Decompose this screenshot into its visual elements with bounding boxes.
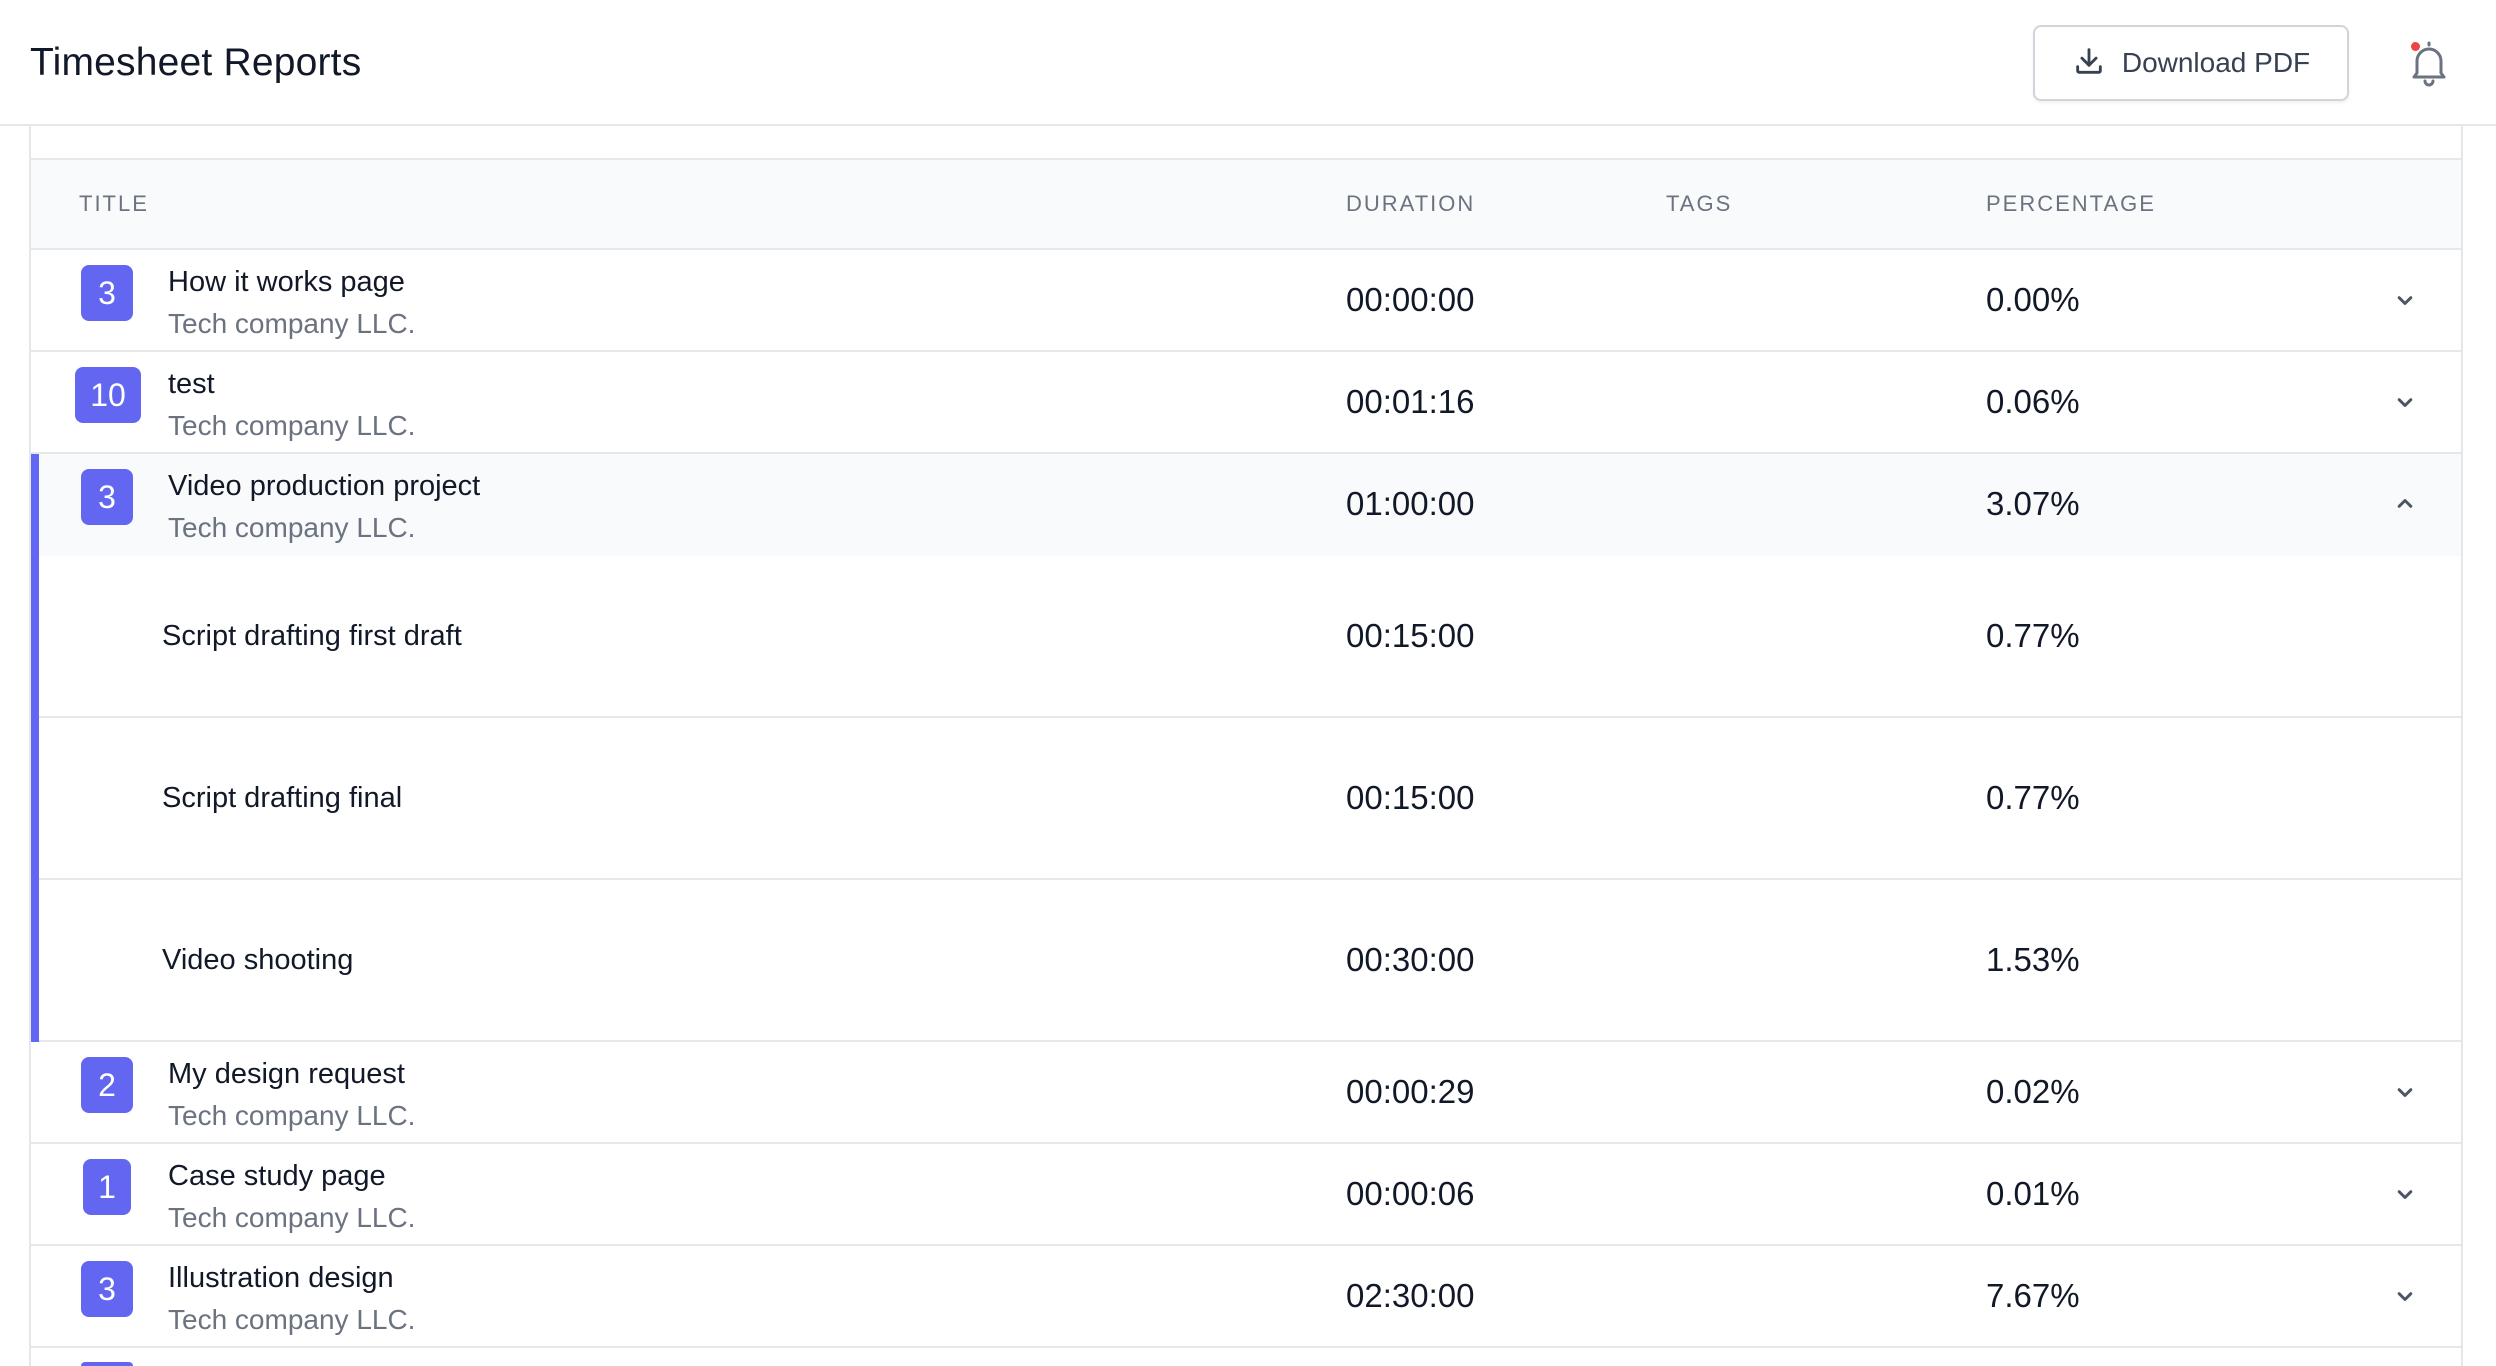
row-duration: 00:00:06 [1346,1175,1475,1212]
table-row[interactable]: 3 Illustration design Tech company LLC. … [31,1246,2461,1348]
count-badge: 3 [81,469,133,525]
row-client: Tech company LLC. [168,512,416,543]
download-pdf-button[interactable]: Download PDF [2033,25,2349,101]
column-tags: TAGS [1666,191,1733,216]
task-percentage: 0.77% [1986,617,2080,654]
row-duration: 00:01:16 [1346,383,1475,420]
row-duration: 00:00:00 [1346,281,1475,318]
task-row: Video shooting 00:30:00 1.53% [31,880,2461,1042]
chevron-down-icon [2397,1190,2413,1199]
notification-dot [2411,42,2420,51]
task-title: Video shooting [162,944,354,976]
row-percentage: 0.02% [1986,1073,2080,1110]
bell-icon [2405,41,2453,92]
expand-button[interactable] [2391,1282,2419,1310]
count-badge: 2 [81,1057,133,1113]
table-row[interactable]: 2 My design request Tech company LLC. 00… [31,1042,2461,1144]
row-title: Video production project [168,470,481,502]
chevron-down-icon [2397,296,2413,305]
task-percentage: 0.77% [1986,779,2080,816]
task-duration: 00:15:00 [1346,779,1475,816]
collapse-button[interactable] [2391,490,2419,518]
table-top-strip [31,126,2461,160]
row-title: My design request [168,1058,405,1090]
count-badge: 3 [81,1261,133,1317]
count-badge: 1 [83,1159,131,1215]
row-title: How it works page [168,266,405,298]
row-client: Tech company LLC. [168,308,416,339]
expand-button[interactable] [2391,1078,2419,1106]
count-badge: 3 [81,265,133,321]
table-row-expanded[interactable]: 3 Video production project Tech company … [31,454,2461,556]
chevron-up-icon [2397,499,2413,508]
table-row[interactable]: 3 How it works page Tech company LLC. 00… [31,250,2461,352]
table-row[interactable]: 10 test Tech company LLC. 00:01:16 0.06% [31,352,2461,454]
column-duration: DURATION [1346,191,1476,216]
task-duration: 00:30:00 [1346,941,1475,978]
download-icon [2072,44,2106,83]
task-title: Script drafting first draft [162,620,462,652]
row-duration: 00:00:29 [1346,1073,1475,1110]
task-row: Script drafting first draft 00:15:00 0.7… [31,556,2461,718]
table-header: TITLE DURATION TAGS PERCENTAGE [31,160,2461,250]
expanded-accent-bar [31,454,39,1042]
row-percentage: 0.06% [1986,383,2080,420]
download-pdf-label: Download PDF [2121,47,2311,78]
row-client: Tech company LLC. [168,1100,416,1131]
chevron-down-icon [2397,1292,2413,1301]
row-percentage: 3.07% [1986,485,2080,522]
task-row: Script drafting final 00:15:00 0.77% [31,718,2461,880]
report-table: TITLE DURATION TAGS PERCENTAGE 3 How it … [29,126,2463,1366]
row-title: Illustration design [168,1262,394,1294]
task-percentage: 1.53% [1986,941,2080,978]
row-percentage: 7.67% [1986,1277,2080,1314]
expand-button[interactable] [2391,286,2419,314]
row-percentage: 0.01% [1986,1175,2080,1212]
column-title: TITLE [79,191,149,216]
table-row-partial[interactable] [31,1348,2461,1366]
column-percentage: PERCENTAGE [1986,191,2156,216]
notifications-button[interactable] [2405,38,2453,88]
row-client: Tech company LLC. [168,410,416,441]
top-bar: Timesheet Reports Download PDF [0,0,2496,126]
row-duration: 01:00:00 [1346,485,1475,522]
row-client: Tech company LLC. [168,1304,416,1335]
row-client: Tech company LLC. [168,1202,416,1233]
expand-button[interactable] [2391,388,2419,416]
task-title: Script drafting final [162,782,403,814]
chevron-down-icon [2397,398,2413,407]
row-percentage: 0.00% [1986,281,2080,318]
task-duration: 00:15:00 [1346,617,1475,654]
count-badge-partial [81,1362,133,1366]
page-title: Timesheet Reports [30,41,362,84]
row-title: test [168,368,215,400]
count-badge: 10 [75,367,141,423]
row-title: Case study page [168,1160,386,1192]
chevron-down-icon [2397,1088,2413,1097]
row-duration: 02:30:00 [1346,1277,1475,1314]
table-row[interactable]: 1 Case study page Tech company LLC. 00:0… [31,1144,2461,1246]
expand-button[interactable] [2391,1180,2419,1208]
